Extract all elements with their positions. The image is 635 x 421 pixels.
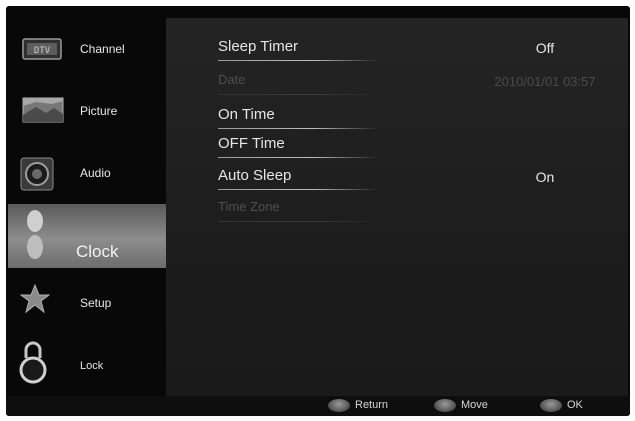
sidebar: DTV Channel Picture Audio Clock Setup Lo… [8, 18, 166, 398]
row-label: Sleep Timer [218, 38, 299, 55]
menu-row-time-zone: Time Zone [218, 199, 628, 229]
row-divider [218, 128, 378, 129]
row-value: On [535, 169, 555, 185]
setup-icon [19, 283, 51, 319]
tv-osd-frame: DTV Channel Picture Audio Clock Setup Lo… [6, 6, 630, 416]
sidebar-item-lock[interactable]: Lock [8, 332, 166, 394]
ok-key-icon [540, 399, 562, 412]
row-label: Time Zone [218, 199, 280, 214]
sidebar-item-setup[interactable]: Setup [8, 270, 166, 332]
sidebar-item-label: Channel [80, 42, 125, 56]
sidebar-item-picture[interactable]: Picture [8, 80, 166, 142]
channel-icon: DTV [22, 38, 62, 65]
sidebar-item-label: Setup [80, 296, 112, 310]
row-divider [218, 157, 378, 158]
move-key-icon [434, 399, 456, 412]
row-label: OFF Time [218, 135, 285, 152]
move-label: Move [461, 399, 488, 411]
sidebar-item-channel[interactable]: DTV Channel [8, 18, 166, 80]
footer-hint-bar: Return Move OK [6, 396, 630, 416]
menu-row-sleep-timer[interactable]: Sleep Timer Off [218, 38, 628, 68]
sidebar-item-label: Audio [80, 166, 111, 180]
sidebar-item-label: Picture [80, 104, 118, 118]
row-value: 2010/01/01 03:57 [494, 74, 596, 89]
clock-icon [24, 208, 46, 267]
sidebar-item-label: Clock [76, 242, 119, 261]
audio-icon [20, 157, 54, 196]
row-divider [218, 94, 378, 95]
svg-text:DTV: DTV [34, 46, 51, 56]
return-key-icon [328, 399, 350, 412]
row-label: On Time [218, 106, 275, 123]
row-label: Date [218, 72, 246, 87]
menu-row-off-time[interactable]: OFF Time [218, 135, 628, 165]
menu-row-date: Date 2010/01/01 03:57 [218, 72, 628, 102]
sidebar-item-clock[interactable]: Clock [8, 204, 166, 268]
row-divider [218, 221, 378, 222]
row-divider [218, 60, 378, 61]
menu-row-on-time[interactable]: On Time [218, 106, 628, 136]
ok-label: OK [567, 399, 583, 411]
sidebar-item-label: Lock [80, 360, 104, 372]
sidebar-item-audio[interactable]: Audio [8, 142, 166, 204]
return-label: Return [355, 399, 389, 411]
picture-icon [22, 97, 64, 128]
row-divider [218, 189, 378, 190]
lock-icon [18, 338, 48, 391]
clock-settings-panel: Sleep Timer Off Date 2010/01/01 03:57 On… [166, 18, 628, 396]
row-value: Off [535, 40, 555, 56]
row-label: Auto Sleep [218, 167, 292, 184]
menu-row-auto-sleep[interactable]: Auto Sleep On [218, 167, 628, 197]
